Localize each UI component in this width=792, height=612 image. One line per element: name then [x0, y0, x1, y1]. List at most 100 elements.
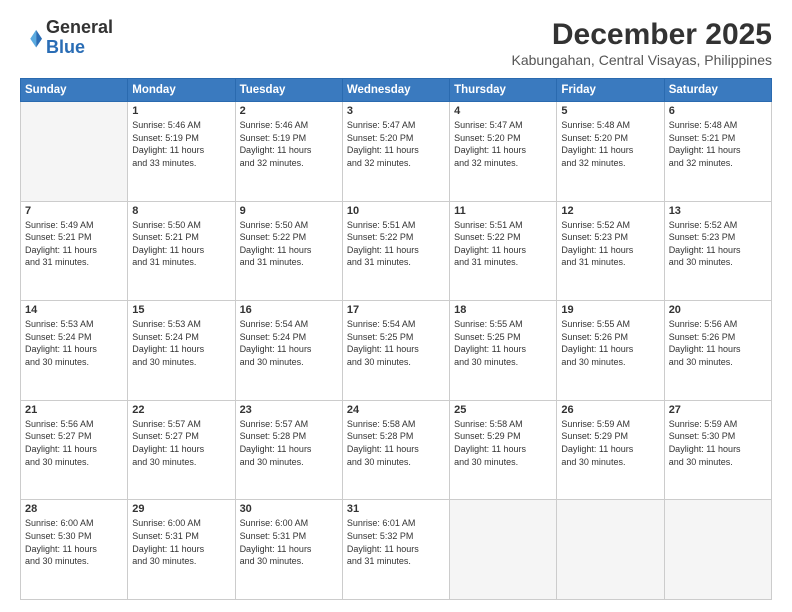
day-info: Sunrise: 5:57 AM Sunset: 5:27 PM Dayligh…: [132, 418, 230, 468]
day-info: Sunrise: 5:51 AM Sunset: 5:22 PM Dayligh…: [454, 219, 552, 269]
calendar-week-1: 1 Sunrise: 5:46 AM Sunset: 5:19 PM Daylig…: [21, 102, 772, 202]
calendar-header-thursday: Thursday: [450, 79, 557, 102]
calendar-cell: 4Sunrise: 5:47 AM Sunset: 5:20 PM Daylig…: [450, 102, 557, 202]
calendar-cell: [450, 500, 557, 600]
page: General Blue December 2025 Kabungahan, C…: [0, 0, 792, 612]
day-info: Sunrise: 5:54 AM Sunset: 5:25 PM Dayligh…: [347, 318, 445, 368]
calendar-header-sunday: Sunday: [21, 79, 128, 102]
day-info: Sunrise: 5:56 AM Sunset: 5:26 PM Dayligh…: [669, 318, 767, 368]
logo-text: General Blue: [46, 18, 113, 58]
day-number: 6: [669, 105, 767, 117]
calendar-cell: [21, 102, 128, 202]
day-number: 31: [347, 503, 445, 515]
calendar-cell: 7 Sunrise: 5:49 AM Sunset: 5:21 PM Daylig…: [21, 201, 128, 301]
day-number: 7: [25, 205, 123, 217]
calendar-header-saturday: Saturday: [664, 79, 771, 102]
calendar-cell: 22Sunrise: 5:57 AM Sunset: 5:27 PM Dayli…: [128, 400, 235, 500]
calendar-header-row: SundayMondayTuesdayWednesdayThursdayFrid…: [21, 79, 772, 102]
day-info: Sunrise: 5:55 AM Sunset: 5:26 PM Dayligh…: [561, 318, 659, 368]
day-info: Sunrise: 5:59 AM Sunset: 5:30 PM Dayligh…: [669, 418, 767, 468]
day-number: 15: [132, 304, 230, 316]
calendar-cell: 12 Sunrise: 5:52 AM Sunset: 5:23 PM Dayli…: [557, 201, 664, 301]
day-number: 9: [240, 205, 338, 217]
calendar-cell: 30 Sunrise: 6:00 AM Sunset: 5:31 PM Dayli…: [235, 500, 342, 600]
calendar-cell: 29 Sunrise: 6:00 AM Sunset: 5:31 PM Dayli…: [128, 500, 235, 600]
calendar-cell: 11 Sunrise: 5:51 AM Sunset: 5:22 PM Dayli…: [450, 201, 557, 301]
day-info: Sunrise: 6:00 AM Sunset: 5:30 PM Dayligh…: [25, 517, 123, 567]
calendar-header-friday: Friday: [557, 79, 664, 102]
day-number: 11: [454, 205, 552, 217]
day-info: Sunrise: 6:01 AM Sunset: 5:32 PM Dayligh…: [347, 517, 445, 567]
title-block: December 2025 Kabungahan, Central Visaya…: [512, 18, 772, 68]
day-number: 5: [561, 105, 659, 117]
day-info: Sunrise: 5:46 AM Sunset: 5:19 PM Dayligh…: [240, 119, 338, 169]
calendar-cell: 23 Sunrise: 5:57 AM Sunset: 5:28 PM Dayli…: [235, 400, 342, 500]
header: General Blue December 2025 Kabungahan, C…: [20, 18, 772, 68]
day-number: 1: [132, 105, 230, 117]
calendar-cell: 27 Sunrise: 5:59 AM Sunset: 5:30 PM Dayli…: [664, 400, 771, 500]
day-number: 19: [561, 304, 659, 316]
calendar-cell: 1 Sunrise: 5:46 AM Sunset: 5:19 PM Daylig…: [128, 102, 235, 202]
day-info: Sunrise: 5:50 AM Sunset: 5:22 PM Dayligh…: [240, 219, 338, 269]
logo: General Blue: [20, 18, 113, 58]
calendar-week-2: 7 Sunrise: 5:49 AM Sunset: 5:21 PM Daylig…: [21, 201, 772, 301]
day-number: 14: [25, 304, 123, 316]
day-info: Sunrise: 5:50 AM Sunset: 5:21 PM Dayligh…: [132, 219, 230, 269]
calendar-week-3: 14 Sunrise: 5:53 AM Sunset: 5:24 PM Dayli…: [21, 301, 772, 401]
day-info: Sunrise: 5:52 AM Sunset: 5:23 PM Dayligh…: [561, 219, 659, 269]
day-info: Sunrise: 6:00 AM Sunset: 5:31 PM Dayligh…: [240, 517, 338, 567]
calendar-cell: 25 Sunrise: 5:58 AM Sunset: 5:29 PM Dayli…: [450, 400, 557, 500]
calendar-cell: 21Sunrise: 5:56 AM Sunset: 5:27 PM Dayli…: [21, 400, 128, 500]
calendar-header-wednesday: Wednesday: [342, 79, 449, 102]
day-number: 3: [347, 105, 445, 117]
calendar-cell: 18 Sunrise: 5:55 AM Sunset: 5:25 PM Dayli…: [450, 301, 557, 401]
calendar-cell: 5 Sunrise: 5:48 AM Sunset: 5:20 PM Daylig…: [557, 102, 664, 202]
calendar-header-monday: Monday: [128, 79, 235, 102]
calendar-cell: 28Sunrise: 6:00 AM Sunset: 5:30 PM Dayli…: [21, 500, 128, 600]
calendar-cell: 8 Sunrise: 5:50 AM Sunset: 5:21 PM Daylig…: [128, 201, 235, 301]
calendar-cell: 6 Sunrise: 5:48 AM Sunset: 5:21 PM Daylig…: [664, 102, 771, 202]
calendar-cell: 24Sunrise: 5:58 AM Sunset: 5:28 PM Dayli…: [342, 400, 449, 500]
day-info: Sunrise: 5:53 AM Sunset: 5:24 PM Dayligh…: [25, 318, 123, 368]
day-info: Sunrise: 5:52 AM Sunset: 5:23 PM Dayligh…: [669, 219, 767, 269]
calendar-cell: [557, 500, 664, 600]
day-info: Sunrise: 5:48 AM Sunset: 5:20 PM Dayligh…: [561, 119, 659, 169]
day-number: 13: [669, 205, 767, 217]
day-info: Sunrise: 5:46 AM Sunset: 5:19 PM Dayligh…: [132, 119, 230, 169]
day-info: Sunrise: 5:58 AM Sunset: 5:28 PM Dayligh…: [347, 418, 445, 468]
day-number: 21: [25, 404, 123, 416]
day-number: 18: [454, 304, 552, 316]
day-number: 12: [561, 205, 659, 217]
day-number: 26: [561, 404, 659, 416]
day-info: Sunrise: 6:00 AM Sunset: 5:31 PM Dayligh…: [132, 517, 230, 567]
day-info: Sunrise: 5:55 AM Sunset: 5:25 PM Dayligh…: [454, 318, 552, 368]
calendar-week-4: 21Sunrise: 5:56 AM Sunset: 5:27 PM Dayli…: [21, 400, 772, 500]
day-info: Sunrise: 5:57 AM Sunset: 5:28 PM Dayligh…: [240, 418, 338, 468]
day-info: Sunrise: 5:48 AM Sunset: 5:21 PM Dayligh…: [669, 119, 767, 169]
day-number: 23: [240, 404, 338, 416]
day-number: 2: [240, 105, 338, 117]
calendar-cell: 14 Sunrise: 5:53 AM Sunset: 5:24 PM Dayli…: [21, 301, 128, 401]
day-number: 8: [132, 205, 230, 217]
day-number: 27: [669, 404, 767, 416]
day-info: Sunrise: 5:51 AM Sunset: 5:22 PM Dayligh…: [347, 219, 445, 269]
calendar-cell: 20 Sunrise: 5:56 AM Sunset: 5:26 PM Dayli…: [664, 301, 771, 401]
day-info: Sunrise: 5:49 AM Sunset: 5:21 PM Dayligh…: [25, 219, 123, 269]
logo-icon: [20, 27, 42, 49]
calendar-cell: 16Sunrise: 5:54 AM Sunset: 5:24 PM Dayli…: [235, 301, 342, 401]
calendar-cell: 31 Sunrise: 6:01 AM Sunset: 5:32 PM Dayli…: [342, 500, 449, 600]
day-info: Sunrise: 5:53 AM Sunset: 5:24 PM Dayligh…: [132, 318, 230, 368]
day-number: 20: [669, 304, 767, 316]
day-number: 29: [132, 503, 230, 515]
day-number: 17: [347, 304, 445, 316]
calendar-cell: 15 Sunrise: 5:53 AM Sunset: 5:24 PM Dayli…: [128, 301, 235, 401]
calendar-table: SundayMondayTuesdayWednesdayThursdayFrid…: [20, 78, 772, 600]
day-number: 30: [240, 503, 338, 515]
logo-blue: Blue: [46, 37, 85, 57]
day-number: 10: [347, 205, 445, 217]
calendar-cell: 13 Sunrise: 5:52 AM Sunset: 5:23 PM Dayli…: [664, 201, 771, 301]
main-title: December 2025: [512, 18, 772, 52]
day-number: 25: [454, 404, 552, 416]
calendar-cell: 19 Sunrise: 5:55 AM Sunset: 5:26 PM Dayli…: [557, 301, 664, 401]
day-info: Sunrise: 5:58 AM Sunset: 5:29 PM Dayligh…: [454, 418, 552, 468]
